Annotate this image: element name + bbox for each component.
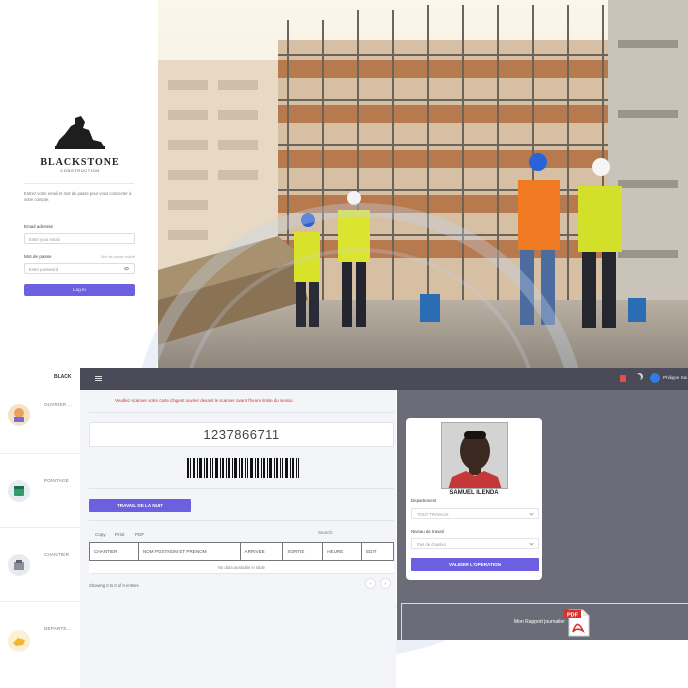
table-row: No data available in table: [89, 560, 394, 574]
sidebar-item-chantier[interactable]: CHANTIER: [0, 528, 80, 602]
worker-icon: [8, 404, 30, 426]
pdf-icon-text: PDF: [567, 612, 579, 618]
search-label: Search:: [318, 530, 334, 535]
divider: [89, 412, 394, 413]
password-placeholder: Enter password: [29, 267, 59, 272]
scan-input[interactable]: 1237866711: [89, 422, 394, 447]
top-bar: [80, 368, 688, 390]
pdf-icon[interactable]: PDF: [563, 608, 593, 638]
sidebar-item-label: OUVRIER ...: [44, 402, 73, 407]
previous-page-button[interactable]: ‹: [365, 578, 376, 589]
divider: [89, 520, 394, 521]
user-avatar[interactable]: [650, 373, 660, 383]
copy-button[interactable]: Copy: [95, 532, 106, 537]
password-field[interactable]: Enter password: [24, 263, 135, 274]
sidebar-item-label: DEPARTE...: [44, 626, 72, 631]
brand-subtitle: CONSTRUCTION: [60, 168, 100, 173]
night-work-button[interactable]: TRAVAIL DE LA NUIT: [89, 499, 191, 512]
sidebar-item-departement[interactable]: DEPARTE...: [0, 602, 80, 676]
brand-name: BLACKSTONE: [40, 157, 120, 168]
department-value: TOUT TRAVAUX: [417, 512, 449, 517]
column-header-edit[interactable]: EDIT: [361, 542, 394, 561]
work-level-label: Niveau de travail: [411, 529, 444, 534]
attendance-table: CHANTIER NOM POSTNOM ET PRENOM ARRIVEE S…: [89, 542, 394, 574]
construction-site-photo: [158, 0, 688, 368]
work-level-value: Pas de chantier: [417, 542, 447, 547]
column-header-chantier[interactable]: CHANTIER: [89, 542, 139, 561]
login-intro-text: Entrez votre email et mot de passe pour …: [24, 191, 132, 202]
sidebar-item-ouvrier[interactable]: OUVRIER ...: [0, 380, 80, 454]
divider: [24, 183, 134, 184]
column-header-nom[interactable]: NOM POSTNOM ET PRENOM: [137, 542, 241, 561]
flag-icon[interactable]: [620, 375, 626, 382]
crane-icon: [8, 554, 30, 576]
chevron-down-icon: [529, 511, 534, 516]
column-header-sortie[interactable]: SORTIE: [282, 542, 324, 561]
column-header-arrivee[interactable]: ARRIVEE: [239, 542, 284, 561]
column-header-heure[interactable]: HEURE: [322, 542, 363, 561]
calendar-icon: [8, 480, 30, 502]
divider: [89, 488, 394, 489]
barcode-icon: [187, 458, 299, 478]
email-placeholder: Enter your email: [29, 237, 60, 242]
email-field[interactable]: Enter your email: [24, 233, 135, 244]
sidebar: BLACK OUVRIER ... POINTAGE CHANTIER DEPA…: [0, 368, 80, 688]
worker-silhouette-icon: [55, 116, 105, 149]
company-logo: BLACKSTONE CONSTRUCTION: [30, 112, 130, 173]
sidebar-item-label: POINTAGE: [44, 478, 69, 483]
sidebar-item-label: CHANTIER: [44, 552, 70, 557]
search-input[interactable]: [334, 528, 394, 537]
email-label: Email adresse: [24, 224, 54, 229]
worker-name: SAMUEL ILENDA: [449, 490, 499, 496]
pdf-button[interactable]: PDF: [135, 532, 144, 537]
sidebar-item-pointage[interactable]: POINTAGE: [0, 454, 80, 528]
department-label: Departement: [411, 498, 437, 503]
moon-icon[interactable]: [634, 374, 641, 381]
password-label: Mot de passe: [24, 254, 52, 259]
print-button[interactable]: Print: [115, 532, 124, 537]
hand-icon: [8, 630, 30, 652]
login-panel: BLACKSTONE CONSTRUCTION Entrez votre ema…: [0, 0, 158, 368]
menu-icon[interactable]: [95, 376, 102, 381]
forgot-password-link[interactable]: Mot de passe oublié: [96, 255, 135, 259]
worker-photo: [441, 422, 508, 489]
chevron-down-icon: [529, 541, 534, 546]
login-button[interactable]: Log In: [24, 284, 135, 296]
department-select[interactable]: TOUT TRAVAUX: [411, 508, 539, 519]
table-header-row: CHANTIER NOM POSTNOM ET PRENOM ARRIVEE S…: [89, 542, 394, 561]
next-page-button[interactable]: ›: [380, 578, 391, 589]
validate-operation-button[interactable]: VALIDER L'OPERATION: [411, 558, 539, 571]
table-info: Showing 0 to 0 of 0 entries: [89, 583, 139, 588]
work-level-select[interactable]: Pas de chantier: [411, 538, 539, 549]
scan-alert-message: Veuillez scanner votre carte d'agent ouv…: [115, 398, 294, 403]
empty-table-message: No data available in table: [89, 560, 394, 574]
daily-report-label[interactable]: Mon Rapport journalier: [514, 619, 565, 625]
eye-icon[interactable]: [124, 267, 129, 270]
user-name[interactable]: Philippe Sai: [663, 375, 687, 380]
